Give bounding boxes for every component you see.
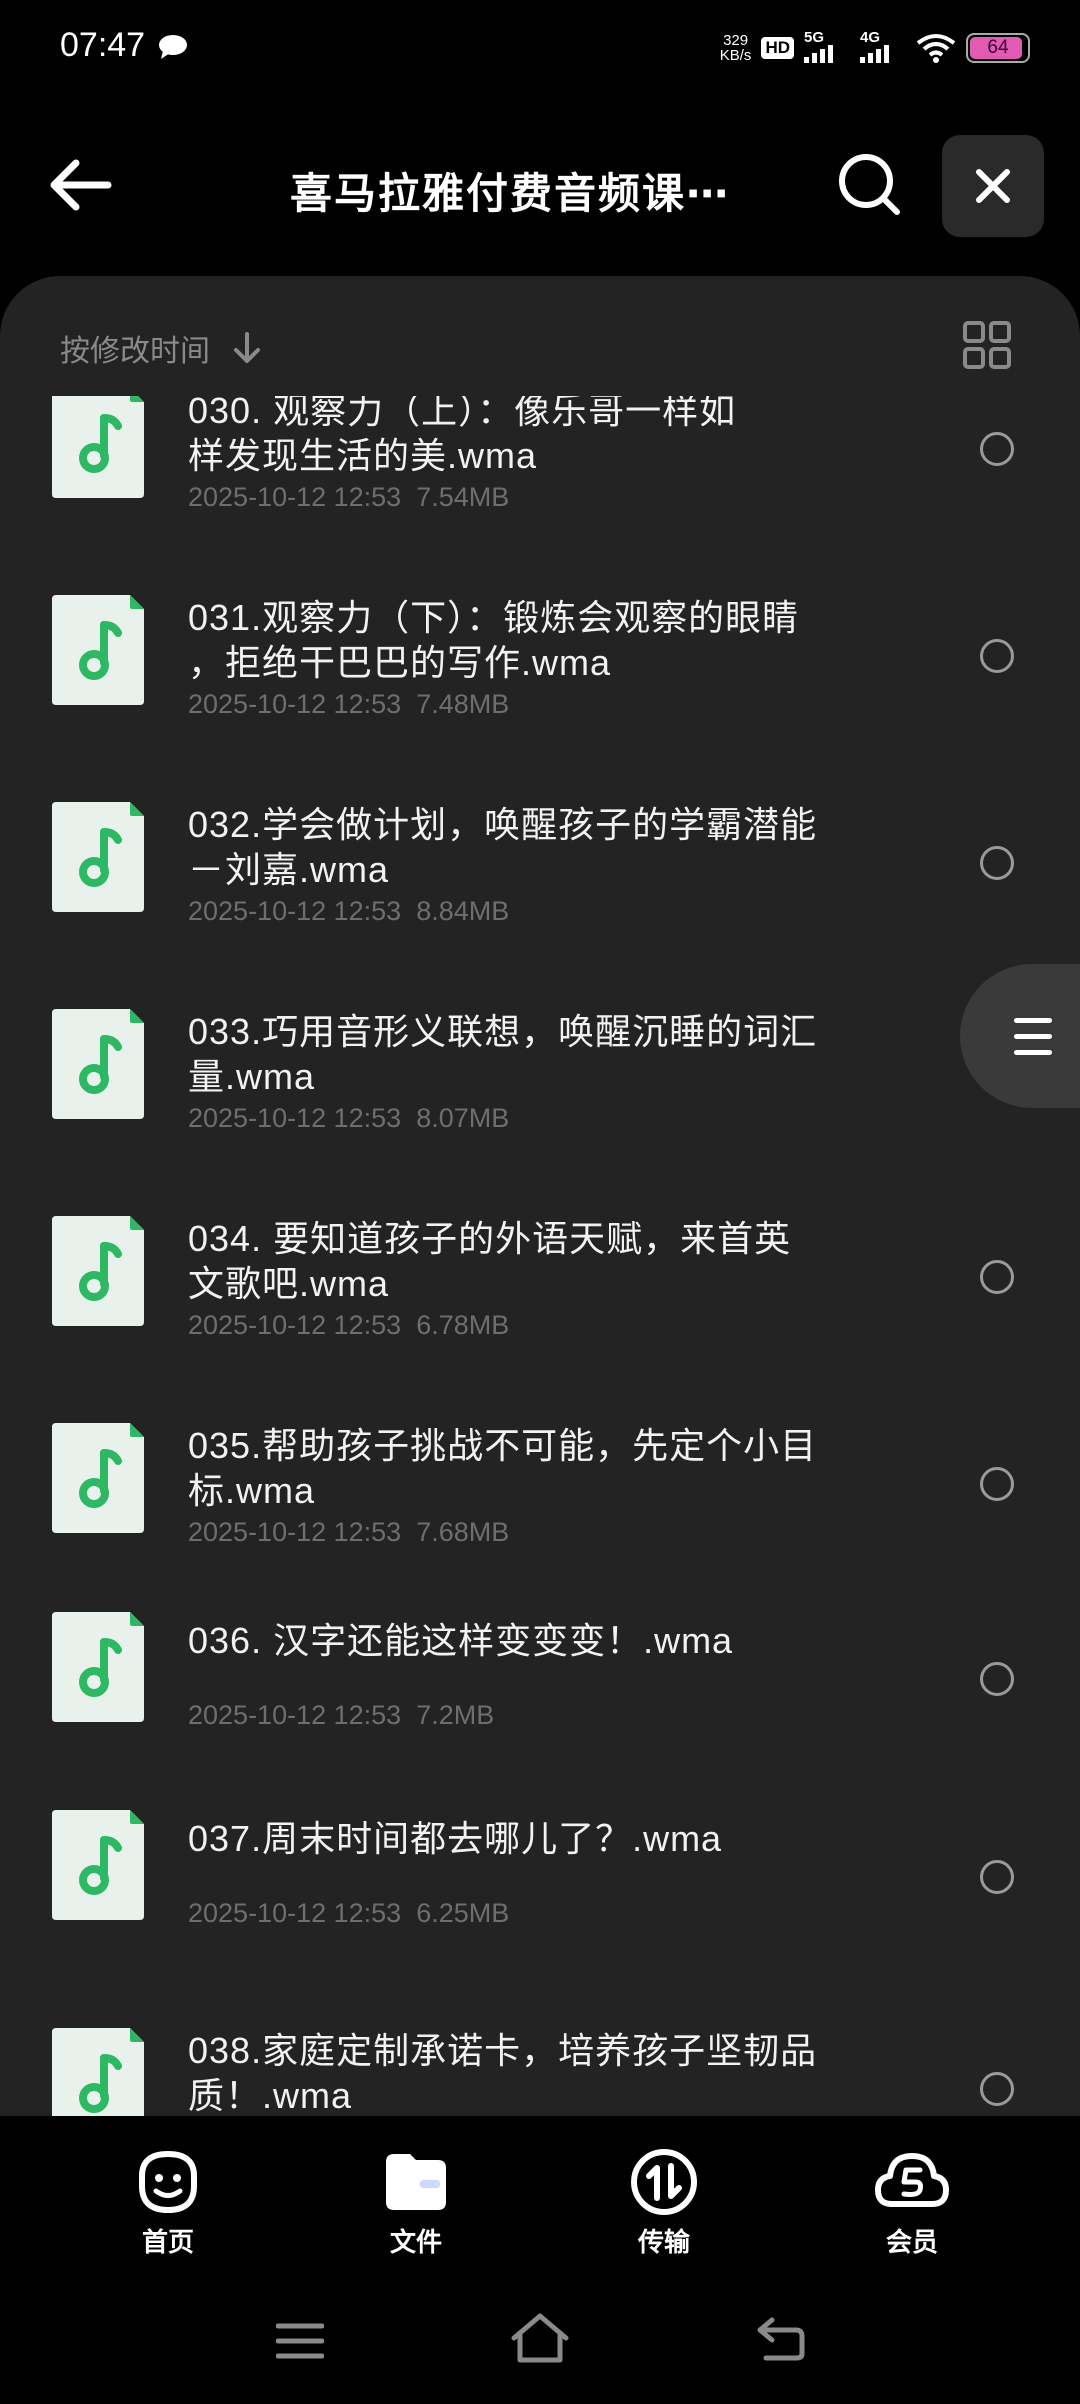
file-row[interactable]: 037.周末时间都去哪儿了？.wma 2025-10-12 12:53 6.25… [0, 1772, 1080, 1972]
back-gesture-icon[interactable] [756, 2316, 806, 2362]
file-meta: 2025-10-12 12:53 7.54MB [188, 482, 509, 513]
file-date: 2025-10-12 12:53 [188, 1310, 402, 1340]
file-row[interactable]: 031.观察力（下）：锻炼会观察的眼睛 ，拒绝干巴巴的写作.wma 2025-1… [0, 543, 1080, 743]
file-meta: 2025-10-12 12:53 7.2MB [188, 1700, 494, 1731]
audio-file-icon [52, 396, 144, 498]
sort-label: 按修改时间 [60, 335, 210, 368]
chat-bubble-icon [159, 35, 187, 59]
page-title: 喜马拉雅付费音频课⋯ [290, 170, 731, 217]
nav-transfer[interactable]: 传输 [594, 2146, 734, 2259]
select-radio[interactable] [980, 432, 1014, 466]
recent-apps-icon[interactable] [276, 2320, 324, 2362]
bottom-nav: 首页 文件 传输 会员 [0, 2116, 1080, 2259]
signal-5g-icon: 5G [804, 29, 850, 63]
header: 喜马拉雅付费音频课⋯ [0, 130, 1080, 240]
file-meta: 2025-10-12 12:53 7.48MB [188, 689, 509, 720]
file-date: 2025-10-12 12:53 [188, 1898, 402, 1928]
select-radio[interactable] [980, 639, 1014, 673]
file-name: 034. 要知道孩子的外语天赋，来首英 文歌吧.wma [188, 1218, 792, 1304]
file-row[interactable]: 034. 要知道孩子的外语天赋，来首英 文歌吧.wma 2025-10-12 1… [0, 1164, 1080, 1364]
select-radio[interactable] [980, 1860, 1014, 1894]
nav-home[interactable]: 首页 [98, 2146, 238, 2259]
search-icon[interactable] [835, 150, 905, 220]
file-meta: 2025-10-12 12:53 8.07MB [188, 1103, 509, 1134]
wifi-icon [916, 34, 956, 63]
home-gesture-icon[interactable] [510, 2312, 570, 2364]
file-date: 2025-10-12 12:53 [188, 1517, 402, 1547]
file-date: 2025-10-12 12:53 [188, 689, 402, 719]
audio-file-icon [52, 1612, 144, 1722]
file-size: 7.68MB [416, 1517, 510, 1547]
file-list: 030. 观察力（上）：像乐哥一样如 样发现生活的美.wma 2025-10-1… [0, 396, 1080, 2116]
file-meta: 2025-10-12 12:53 7.68MB [188, 1517, 509, 1548]
file-name: 030. 观察力（上）：像乐哥一样如 样发现生活的美.wma [188, 396, 737, 476]
signal-4g-icon: 4G [860, 29, 906, 63]
file-date: 2025-10-12 12:53 [188, 1700, 402, 1730]
sort-control[interactable]: 按修改时间 [60, 326, 262, 370]
file-size: 7.48MB [416, 689, 510, 719]
file-name: 031.观察力（下）：锻炼会观察的眼睛 ，拒绝干巴巴的写作.wma [188, 597, 800, 683]
file-row[interactable]: 036. 汉字还能这样变变变！.wma 2025-10-12 12:53 7.2… [0, 1574, 1080, 1774]
audio-file-icon [52, 1216, 144, 1326]
audio-file-icon [52, 1009, 144, 1119]
status-bar: 07:47 329 KB/s HD 5G 4G 64 [0, 0, 1080, 95]
file-name: 036. 汉字还能这样变变变！.wma [188, 1620, 734, 1661]
file-size: 7.2MB [416, 1700, 495, 1730]
file-row[interactable]: 032.学会做计划，唤醒孩子的学霸潜能 －刘嘉.wma 2025-10-12 1… [0, 750, 1080, 950]
select-radio[interactable] [980, 1260, 1014, 1294]
audio-file-icon [52, 1810, 144, 1920]
file-name: 033.巧用音形义联想，唤醒沉睡的词汇 量.wma [188, 1011, 818, 1097]
arrow-down-icon [234, 332, 260, 363]
file-row[interactable]: 038.家庭定制承诺卡，培养孩子坚韧品 质！.wma [0, 1976, 1080, 2116]
file-name: 037.周末时间都去哪儿了？.wma [188, 1818, 723, 1859]
vip-cloud-icon [875, 2153, 949, 2207]
file-size: 6.25MB [416, 1898, 510, 1928]
file-size: 8.84MB [416, 896, 510, 926]
home-face-icon [139, 2150, 197, 2214]
audio-file-icon [52, 2028, 144, 2116]
file-meta: 2025-10-12 12:53 6.78MB [188, 1310, 509, 1341]
file-size: 8.07MB [416, 1103, 510, 1133]
file-meta: 2025-10-12 12:53 6.25MB [188, 1898, 509, 1929]
file-row[interactable]: 033.巧用音形义联想，唤醒沉睡的词汇 量.wma 2025-10-12 12:… [0, 957, 1080, 1157]
system-navigation-bar [0, 2290, 1080, 2400]
file-size: 6.78MB [416, 1310, 510, 1340]
audio-file-icon [52, 595, 144, 705]
file-meta: 2025-10-12 12:53 8.84MB [188, 896, 509, 927]
nav-files[interactable]: 文件 [346, 2146, 486, 2259]
status-indicators: 329 KB/s HD 5G 4G 64 [720, 28, 1030, 68]
file-size: 7.54MB [416, 482, 510, 512]
nav-vip[interactable]: 会员 [842, 2146, 982, 2259]
select-radio[interactable] [980, 2072, 1014, 2106]
select-radio[interactable] [980, 1467, 1014, 1501]
hd-badge: HD [761, 37, 794, 59]
back-arrow-icon[interactable] [40, 152, 120, 218]
audio-file-icon [52, 1423, 144, 1533]
grid-view-icon[interactable] [962, 320, 1012, 370]
file-date: 2025-10-12 12:53 [188, 896, 402, 926]
transfer-icon [631, 2149, 697, 2215]
file-date: 2025-10-12 12:53 [188, 1103, 402, 1133]
file-date: 2025-10-12 12:53 [188, 482, 402, 512]
audio-file-icon [52, 802, 144, 912]
battery-icon: 64 [966, 33, 1030, 63]
select-radio[interactable] [980, 846, 1014, 880]
close-button[interactable] [942, 135, 1044, 237]
file-row[interactable]: 030. 观察力（上）：像乐哥一样如 样发现生活的美.wma 2025-10-1… [0, 396, 1080, 536]
file-name: 035.帮助孩子挑战不可能，先定个小目 标.wma [188, 1425, 818, 1511]
folder-icon [386, 2154, 446, 2210]
file-name: 038.家庭定制承诺卡，培养孩子坚韧品 质！.wma [188, 2030, 818, 2116]
file-row[interactable]: 035.帮助孩子挑战不可能，先定个小目 标.wma 2025-10-12 12:… [0, 1371, 1080, 1571]
file-list-panel: 按修改时间 030. 观察力（上）：像乐哥一样如 样发现生活的美.wma 202… [0, 276, 1080, 2116]
file-name: 032.学会做计划，唤醒孩子的学霸潜能 －刘嘉.wma [188, 804, 818, 890]
close-icon [976, 169, 1010, 203]
net-speed: 329 KB/s [719, 32, 752, 64]
status-time: 07:47 [60, 26, 146, 64]
select-radio[interactable] [980, 1662, 1014, 1696]
